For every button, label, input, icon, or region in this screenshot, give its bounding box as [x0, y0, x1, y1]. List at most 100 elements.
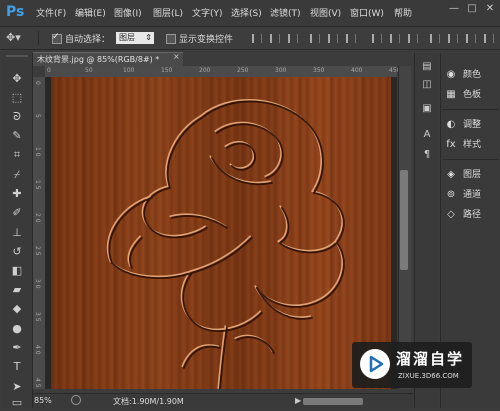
canvas-area[interactable]: [45, 77, 397, 389]
menu-layer[interactable]: 图层(L): [153, 6, 183, 19]
panel-tab-palette[interactable]: ◉ 颜色: [445, 67, 499, 83]
ruler-tick-label: 200: [199, 67, 211, 74]
divider: [38, 31, 39, 45]
crop-tool-icon[interactable]: ⌗: [8, 147, 26, 163]
close-icon[interactable]: ✕: [484, 3, 496, 15]
align-top-icon[interactable]: [252, 34, 262, 43]
menu-select[interactable]: 选择(S): [231, 6, 262, 19]
embossed-rose-image: [106, 99, 345, 389]
panel-tab-label: 色板: [463, 90, 482, 100]
auto-select-checkbox[interactable]: [52, 32, 62, 44]
distribute-center-icon[interactable]: [390, 34, 400, 43]
paragraph-panel-icon[interactable]: ¶: [420, 149, 434, 161]
distribute-bottom-icon[interactable]: [408, 34, 418, 43]
lasso-tool-icon[interactable]: ᘐ: [8, 109, 26, 125]
palette-icon: ◉: [446, 68, 456, 80]
healing-tool-icon[interactable]: ✚: [8, 186, 26, 202]
menu-type[interactable]: 文字(Y): [192, 6, 223, 19]
watermark-url: ZIXUE.3D66.COM: [398, 372, 459, 380]
ruler-tick-label: 3 5: [34, 312, 41, 322]
eyedropper-tool-icon[interactable]: ⌿: [8, 167, 26, 183]
vertical-scroll-thumb[interactable]: [400, 170, 408, 270]
align-horizontal-center-icon[interactable]: [328, 34, 338, 43]
properties-panel-icon[interactable]: ◫: [420, 79, 434, 91]
ruler-tick-label: 1 0: [34, 147, 41, 157]
panel-tab-channels[interactable]: ⊚ 通道: [445, 187, 499, 203]
shape-tool-icon[interactable]: ▭: [8, 395, 26, 411]
ruler-tick-label: 0: [34, 81, 41, 85]
ruler-tick-label: 400: [351, 67, 363, 74]
document-tab[interactable]: 木纹背景.jpg @ 85%(RGB/8#) *: [33, 52, 183, 66]
menu-bar: Ps 文件(F) 编辑(E) 图像(I) 图层(L) 文字(Y) 选择(S) 滤…: [0, 0, 500, 27]
dodge-tool-icon[interactable]: ●: [8, 321, 26, 337]
pen-tool-icon[interactable]: ✒: [8, 340, 26, 356]
panel-tab-layers[interactable]: ◈ 图层: [445, 167, 499, 183]
distribute-right-icon[interactable]: [466, 34, 476, 43]
distribute-hcenter-icon[interactable]: [448, 34, 458, 43]
marquee-tool-icon[interactable]: ⬚: [8, 90, 26, 106]
ruler-tick-label: 1 5: [34, 180, 41, 190]
blur-tool-icon[interactable]: ◆: [8, 301, 26, 317]
watermark-title: 溜溜自学: [396, 350, 465, 368]
layers-icon: ◈: [447, 168, 455, 180]
wood-texture-image: [51, 77, 391, 389]
move-tool-preset-icon[interactable]: ✥▾: [6, 31, 21, 44]
zoom-level[interactable]: 85%: [34, 396, 52, 405]
auto-align-icon[interactable]: [484, 34, 494, 43]
gradient-tool-icon[interactable]: ▰: [8, 282, 26, 298]
panel-tab-styles[interactable]: fx 样式: [445, 137, 499, 153]
character-panel-icon[interactable]: A: [420, 129, 434, 141]
close-document-icon[interactable]: ×: [173, 52, 180, 61]
styles-icon: fx: [446, 138, 456, 150]
align-bottom-icon[interactable]: [288, 34, 298, 43]
status-menu-arrow-icon[interactable]: ▶: [295, 396, 301, 405]
align-vertical-center-icon[interactable]: [270, 34, 280, 43]
move-tool-icon[interactable]: ✥: [8, 71, 26, 87]
eraser-tool-icon[interactable]: ◧: [8, 263, 26, 279]
ruler-tick-label: 100: [123, 67, 135, 74]
horizontal-scroll-thumb[interactable]: [303, 398, 363, 405]
window-controls: — □ ✕: [448, 3, 496, 15]
distribute-top-icon[interactable]: [372, 34, 382, 43]
stamp-tool-icon[interactable]: ⊥: [8, 225, 26, 241]
document-size-info: 文档:1.90M/1.90M: [113, 397, 184, 406]
panel-tab-adjustments[interactable]: ◐ 调整: [445, 117, 499, 133]
menu-view[interactable]: 视图(V): [310, 6, 341, 19]
menu-edit[interactable]: 编辑(E): [75, 6, 106, 19]
path-select-tool-icon[interactable]: ➤: [8, 379, 26, 395]
quick-select-tool-icon[interactable]: ✎: [8, 128, 26, 144]
distribute-left-icon[interactable]: [430, 34, 440, 43]
ruler-tick-label: 50: [85, 67, 93, 74]
channels-icon: ⊚: [446, 188, 456, 200]
ruler-tick-label: 250: [237, 67, 249, 74]
align-left-icon[interactable]: [310, 34, 320, 43]
panel-tab-swatches[interactable]: ▦ 色板: [445, 87, 499, 103]
history-brush-tool-icon[interactable]: ↺: [8, 244, 26, 260]
menu-image[interactable]: 图像(I): [114, 6, 142, 19]
align-right-icon[interactable]: [346, 34, 356, 43]
photoshop-logo: Ps: [6, 4, 25, 20]
menu-window[interactable]: 窗口(W): [350, 6, 384, 19]
menu-filter[interactable]: 滤镜(T): [270, 6, 301, 19]
status-bar: 85% 文档:1.90M/1.90M ▶: [33, 393, 413, 409]
menu-help[interactable]: 帮助: [394, 6, 412, 19]
maximize-icon[interactable]: □: [466, 3, 478, 15]
auto-select-target-dropdown[interactable]: 图层 ⇕: [116, 32, 154, 44]
ruler-tick-label: 2 0: [34, 213, 41, 223]
info-panel-icon[interactable]: ▣: [420, 103, 434, 115]
auto-select-target-value: 图层: [119, 33, 135, 42]
minimize-icon[interactable]: —: [448, 3, 460, 15]
auto-select-label: 自动选择：: [65, 35, 111, 45]
chevron-down-icon: ⇕: [145, 33, 152, 42]
show-transform-checkbox[interactable]: [166, 34, 176, 44]
share-icon[interactable]: [71, 395, 81, 405]
panel-tab-label: 通道: [463, 190, 482, 200]
type-tool-icon[interactable]: T: [8, 359, 26, 375]
ruler-tick-label: 4 5: [34, 378, 41, 388]
brush-tool-icon[interactable]: ✐: [8, 205, 26, 221]
panel-divider: [443, 109, 499, 110]
tools-panel: ✥ ⬚ ᘐ ✎ ⌗ ⌿ ✚ ✐ ⊥ ↺ ◧ ▰ ◆ ● ✒ T ➤ ▭: [2, 53, 33, 411]
menu-file[interactable]: 文件(F): [36, 6, 66, 19]
history-panel-icon[interactable]: ▤: [420, 61, 434, 73]
panel-tab-paths[interactable]: ◇ 路径: [445, 207, 499, 223]
